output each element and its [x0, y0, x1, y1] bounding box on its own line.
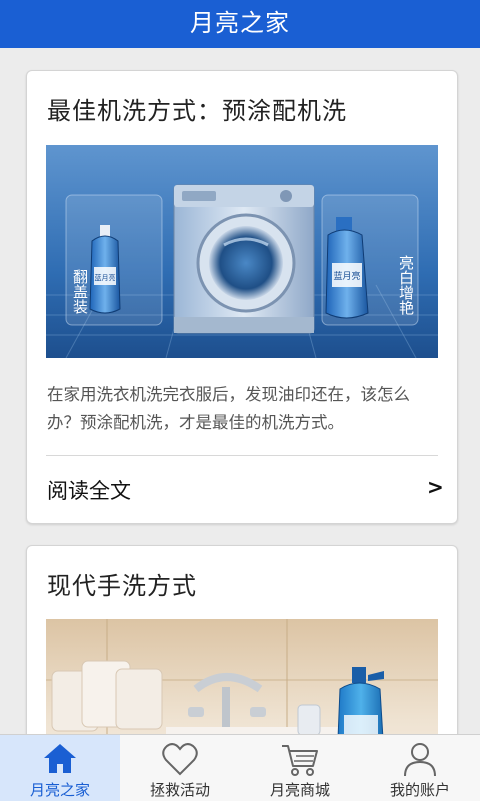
app-header: 月亮之家: [0, 0, 480, 48]
page-title: 月亮之家: [190, 9, 290, 37]
article-excerpt: 在家用洗衣机洗完衣服后，发现油印还在，该怎么办？预涂配机洗，才是最佳的机洗方式。: [47, 385, 410, 432]
read-more-link[interactable]: 阅读全文 >: [27, 456, 457, 522]
article-card[interactable]: 现代手洗方式: [26, 545, 458, 734]
home-icon: [44, 744, 76, 773]
tab-rescue-activities[interactable]: 拯救活动: [120, 735, 240, 801]
tab-label: 月亮商城: [269, 781, 330, 799]
image-left-caption: 翻盖装: [71, 269, 89, 314]
read-more-label: 阅读全文: [47, 479, 131, 503]
article-image[interactable]: 蓝月亮 蓝月亮 翻盖装 亮白增艳: [46, 145, 438, 358]
tab-moon-mall[interactable]: 月亮商城: [240, 735, 360, 801]
tab-home[interactable]: 月亮之家: [0, 735, 120, 801]
user-icon: [404, 743, 436, 777]
image-right-caption: 亮白增艳: [397, 255, 415, 316]
bottle-brand-label: 蓝月亮: [95, 273, 116, 282]
article-image[interactable]: [46, 619, 438, 734]
cart-icon: [282, 745, 318, 776]
tab-label: 拯救活动: [149, 781, 210, 799]
chevron-right-icon: >: [427, 475, 444, 499]
article-card[interactable]: 最佳机洗方式：预涂配机洗 蓝月亮 蓝月亮 翻盖装 亮白增艳 在家用洗衣机洗完衣服…: [26, 70, 458, 524]
tab-my-account[interactable]: 我的账户: [360, 735, 480, 801]
bottle-brand-label: 蓝月亮: [333, 270, 360, 282]
tab-label: 月亮之家: [29, 781, 90, 799]
article-title: 最佳机洗方式：预涂配机洗: [47, 97, 347, 125]
tab-label: 我的账户: [389, 781, 450, 799]
article-feed[interactable]: 最佳机洗方式：预涂配机洗 蓝月亮 蓝月亮 翻盖装 亮白增艳 在家用洗衣机洗完衣服…: [0, 48, 480, 734]
heart-icon: [162, 743, 198, 776]
article-title: 现代手洗方式: [47, 572, 197, 600]
bottom-tab-bar: 月亮之家 拯救活动 月亮商城 我的账户: [0, 734, 480, 801]
